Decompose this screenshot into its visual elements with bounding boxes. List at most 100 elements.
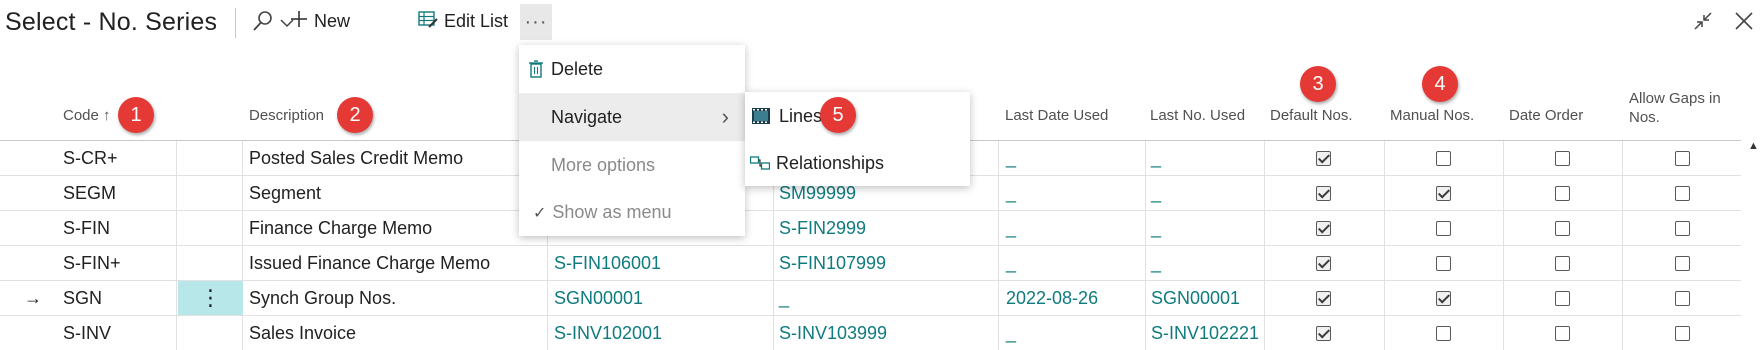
allow-gaps-checkbox[interactable] bbox=[1675, 256, 1690, 271]
column-header-default-nos[interactable]: Default Nos. bbox=[1270, 107, 1353, 124]
cell-ending-no[interactable]: S-FIN2999 bbox=[779, 211, 866, 246]
close-icon[interactable] bbox=[1733, 10, 1755, 37]
date-order-checkbox[interactable] bbox=[1555, 291, 1570, 306]
manual-nos-checkbox[interactable] bbox=[1436, 221, 1451, 236]
menu-item-delete[interactable]: Delete bbox=[519, 45, 745, 93]
cell-ending-no[interactable]: _ bbox=[779, 281, 789, 316]
cell-last-date-used[interactable]: 2022-08-26 bbox=[1006, 281, 1098, 316]
allow-gaps-checkbox[interactable] bbox=[1675, 326, 1690, 341]
menu-item-navigate-label: Navigate bbox=[551, 106, 623, 127]
cell-description: Finance Charge Memo bbox=[249, 218, 433, 238]
column-header-date-order[interactable]: Date Order bbox=[1509, 107, 1583, 124]
menu-item-navigate[interactable]: Navigate › bbox=[519, 93, 745, 141]
cell-starting-no[interactable]: SGN00001 bbox=[554, 281, 643, 316]
callout-badge-4: 4 bbox=[1422, 66, 1458, 102]
search-icon bbox=[252, 10, 274, 37]
allow-gaps-checkbox[interactable] bbox=[1675, 221, 1690, 236]
date-order-checkbox[interactable] bbox=[1555, 186, 1570, 201]
menu-item-show-as-menu-label: Show as menu bbox=[552, 202, 672, 222]
manual-nos-checkbox[interactable] bbox=[1436, 151, 1451, 166]
table-row[interactable]: S-FIN Finance Charge Memo S-FIN2999 _ _ bbox=[0, 211, 1741, 246]
column-header-code-label: Code bbox=[63, 107, 99, 124]
cell-code: S-FIN+ bbox=[63, 253, 121, 273]
cell-last-no-used[interactable]: S-INV102221 bbox=[1151, 316, 1259, 350]
more-actions-button[interactable]: ··· bbox=[520, 4, 552, 40]
callout-badge-5: 5 bbox=[820, 97, 856, 133]
film-strip-icon bbox=[752, 108, 770, 124]
menu-item-lines-label: Lines bbox=[779, 105, 823, 126]
manual-nos-checkbox[interactable] bbox=[1436, 186, 1451, 201]
cell-last-date-used[interactable]: _ bbox=[1006, 141, 1016, 176]
page-title: Select - No. Series bbox=[5, 8, 218, 36]
column-header-allow-gaps-line2: Nos. bbox=[1629, 109, 1660, 126]
column-header-last-no-used[interactable]: Last No. Used bbox=[1150, 107, 1245, 124]
callout-badge-2: 2 bbox=[337, 97, 373, 133]
cell-last-no-used[interactable]: SGN00001 bbox=[1151, 281, 1240, 316]
default-nos-checkbox[interactable] bbox=[1316, 186, 1331, 201]
menu-item-more-options[interactable]: More options bbox=[519, 141, 745, 189]
default-nos-checkbox[interactable] bbox=[1316, 221, 1331, 236]
table-row[interactable]: S-INV Sales Invoice S-INV102001 S-INV103999… bbox=[0, 316, 1741, 350]
relationships-icon bbox=[750, 156, 770, 170]
cell-last-date-used[interactable]: _ bbox=[1006, 316, 1016, 350]
manual-nos-checkbox[interactable] bbox=[1436, 326, 1451, 341]
cell-last-date-used[interactable]: _ bbox=[1006, 176, 1016, 211]
callout-badge-3: 3 bbox=[1300, 66, 1336, 102]
cell-description: Segment bbox=[249, 183, 322, 203]
date-order-checkbox[interactable] bbox=[1555, 326, 1570, 341]
cell-code: S-CR+ bbox=[63, 148, 118, 168]
cell-last-date-used[interactable]: _ bbox=[1006, 211, 1016, 246]
trash-icon bbox=[529, 60, 543, 78]
column-header-code[interactable]: Code ↑ bbox=[63, 107, 111, 124]
default-nos-checkbox[interactable] bbox=[1316, 291, 1331, 306]
cell-last-no-used[interactable]: _ bbox=[1151, 246, 1161, 281]
default-nos-checkbox[interactable] bbox=[1316, 256, 1331, 271]
header-divider bbox=[235, 8, 236, 38]
cell-code: S-FIN bbox=[63, 218, 110, 238]
column-header-last-date-used[interactable]: Last Date Used bbox=[1005, 107, 1108, 124]
cell-ending-no[interactable]: S-FIN107999 bbox=[779, 246, 886, 281]
allow-gaps-checkbox[interactable] bbox=[1675, 291, 1690, 306]
table-row[interactable]: → ⋮ SGN Synch Group Nos. SGN00001 _ 2022-08-26… bbox=[0, 281, 1741, 316]
cell-ending-no[interactable]: S-INV103999 bbox=[779, 316, 887, 350]
collapse-icon[interactable] bbox=[1692, 10, 1714, 37]
column-header-manual-nos[interactable]: Manual Nos. bbox=[1390, 107, 1474, 124]
menu-item-delete-label: Delete bbox=[551, 58, 604, 79]
chevron-right-icon: › bbox=[721, 104, 729, 129]
column-header-description[interactable]: Description bbox=[249, 107, 324, 124]
edit-list-icon bbox=[418, 10, 438, 33]
cell-last-no-used[interactable]: _ bbox=[1151, 141, 1161, 176]
new-button[interactable]: New bbox=[290, 10, 350, 33]
column-header-allow-gaps[interactable]: Allow Gaps in Nos. bbox=[1629, 89, 1721, 127]
menu-item-lines[interactable]: Lines bbox=[745, 92, 970, 140]
checkmark-icon: ✓ bbox=[533, 204, 547, 222]
edit-list-button[interactable]: Edit List bbox=[418, 10, 508, 33]
scroll-up-arrow[interactable]: ▲ bbox=[1748, 140, 1759, 152]
default-nos-checkbox[interactable] bbox=[1316, 326, 1331, 341]
sort-ascending-icon: ↑ bbox=[103, 107, 111, 124]
cell-last-no-used[interactable]: _ bbox=[1151, 211, 1161, 246]
cell-starting-no[interactable]: S-FIN106001 bbox=[554, 246, 661, 281]
row-actions-button[interactable]: ⋮ bbox=[178, 281, 243, 315]
allow-gaps-checkbox[interactable] bbox=[1675, 186, 1690, 201]
cell-starting-no[interactable]: S-INV102001 bbox=[554, 316, 662, 350]
menu-item-relationships[interactable]: Relationships bbox=[745, 140, 970, 186]
date-order-checkbox[interactable] bbox=[1555, 256, 1570, 271]
default-nos-checkbox[interactable] bbox=[1316, 151, 1331, 166]
date-order-checkbox[interactable] bbox=[1555, 151, 1570, 166]
cell-code: SGN bbox=[63, 288, 103, 308]
current-row-arrow-icon: → bbox=[24, 288, 42, 308]
cell-last-date-used[interactable]: _ bbox=[1006, 246, 1016, 281]
menu-item-show-as-menu[interactable]: ✓ Show as menu bbox=[519, 189, 745, 236]
manual-nos-checkbox[interactable] bbox=[1436, 291, 1451, 306]
cell-description: Issued Finance Charge Memo bbox=[249, 253, 491, 273]
date-order-checkbox[interactable] bbox=[1555, 221, 1570, 236]
cell-description: Synch Group Nos. bbox=[249, 288, 397, 308]
cell-last-no-used[interactable]: _ bbox=[1151, 176, 1161, 211]
manual-nos-checkbox[interactable] bbox=[1436, 256, 1451, 271]
search-button[interactable] bbox=[252, 10, 294, 37]
allow-gaps-checkbox[interactable] bbox=[1675, 151, 1690, 166]
menu-item-relationships-label: Relationships bbox=[776, 152, 885, 173]
table-row[interactable]: S-FIN+ Issued Finance Charge Memo S-FIN106… bbox=[0, 246, 1741, 281]
cell-code: S-INV bbox=[63, 323, 112, 343]
